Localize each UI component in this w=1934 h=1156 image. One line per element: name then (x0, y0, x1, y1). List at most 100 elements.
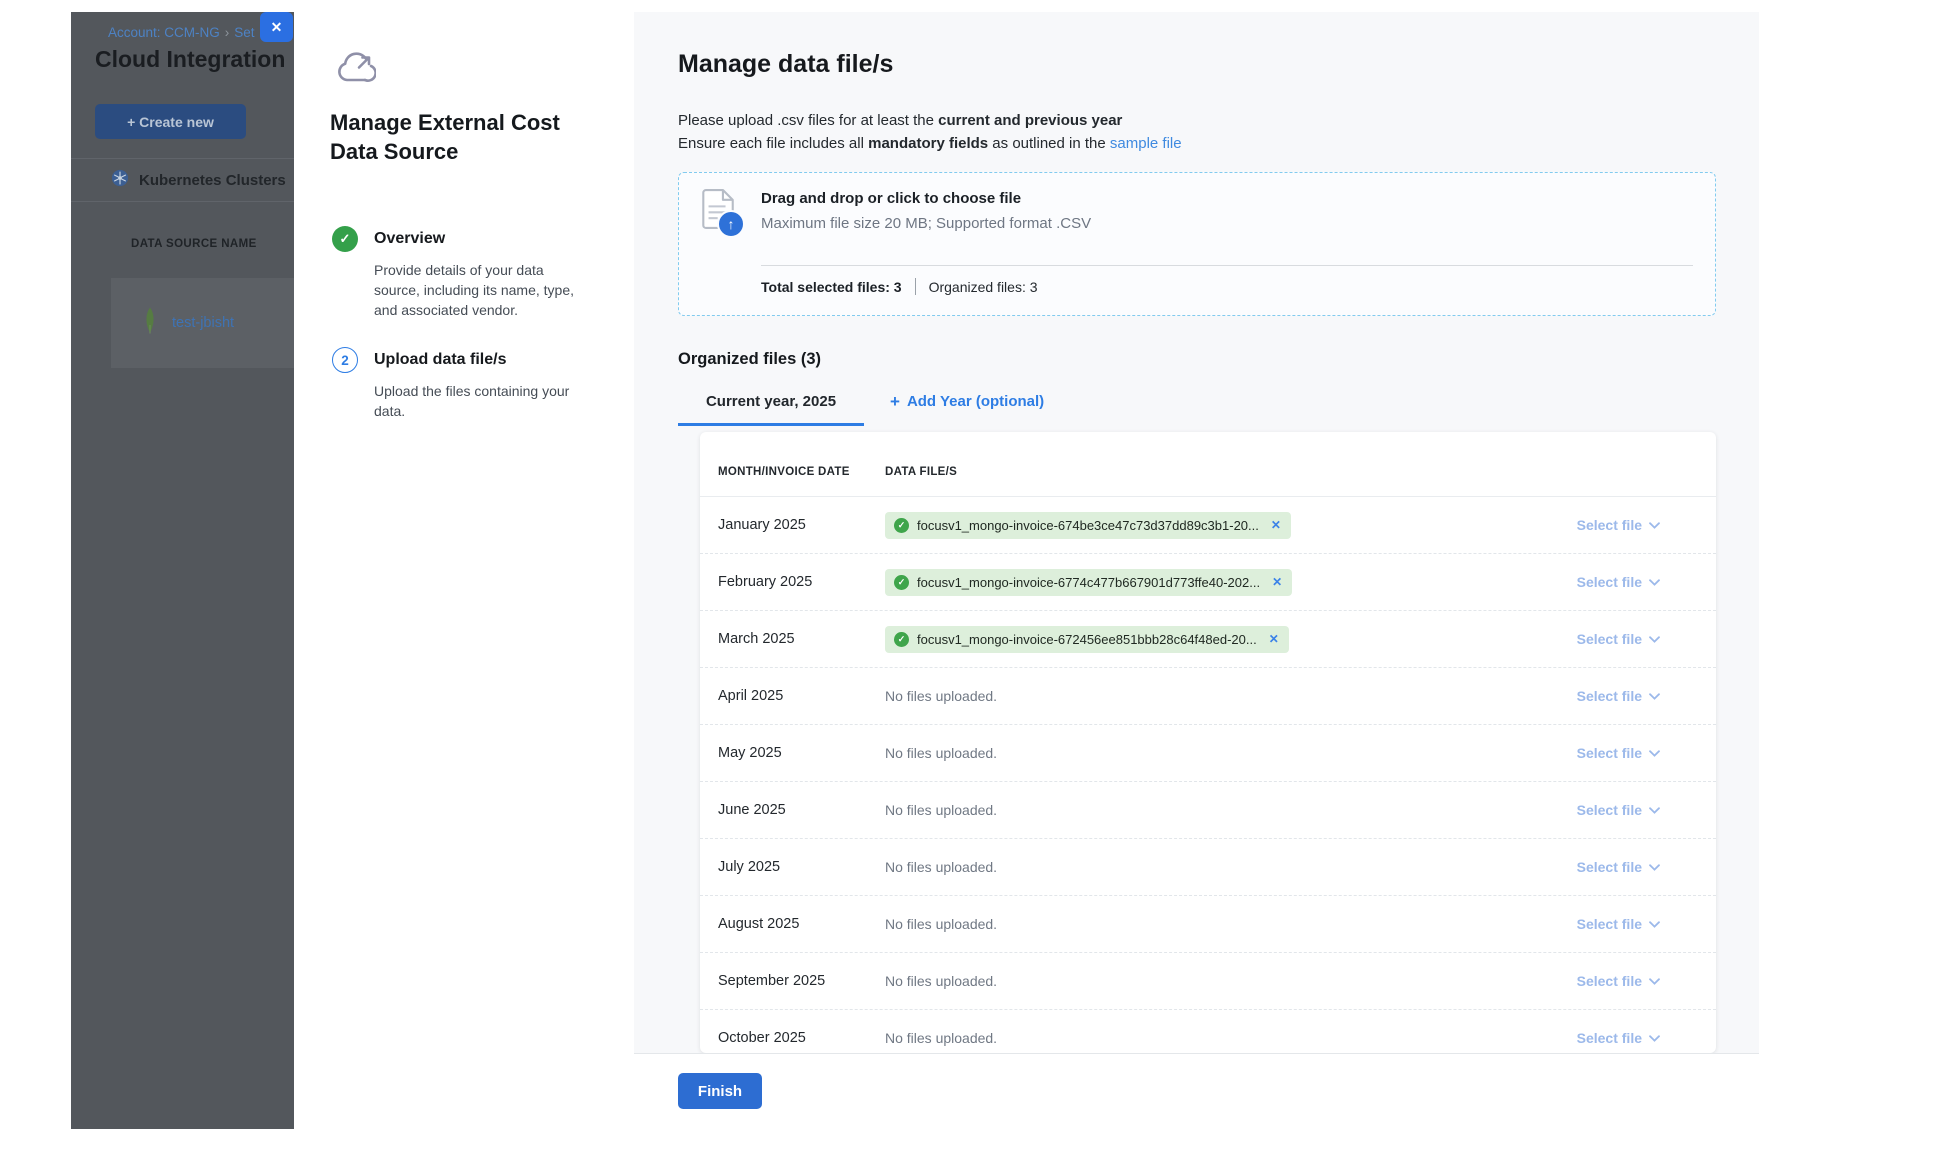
select-file-dropdown[interactable]: Select file (1496, 574, 1716, 590)
no-files-text: No files uploaded. (885, 916, 997, 932)
close-icon[interactable]: ✕ (260, 12, 293, 42)
table-header: MONTH/INVOICE DATE DATA FILE/S (700, 432, 1716, 497)
remove-file-icon[interactable]: ✕ (1271, 518, 1281, 532)
kubernetes-icon (111, 169, 129, 192)
wizard-step-upload[interactable]: 2 Upload data file/s Upload the files co… (332, 347, 588, 421)
table-row-august: August 2025 No files uploaded. Select fi… (700, 896, 1716, 953)
step-upload-description: Upload the files containing your data. (374, 381, 588, 421)
no-files-text: No files uploaded. (885, 1030, 997, 1046)
chevron-down-icon (1649, 978, 1660, 985)
monthly-files-table: MONTH/INVOICE DATE DATA FILE/S January 2… (700, 432, 1716, 1053)
file-success-check-icon: ✓ (894, 632, 909, 647)
upload-instructions: Please upload .csv files for at least th… (678, 109, 1182, 155)
month-label: March 2025 (700, 631, 885, 647)
file-name: focusv1_mongo-invoice-672456ee851bbb28c6… (917, 632, 1257, 647)
instruction-line-2: Ensure each file includes all mandatory … (678, 132, 1182, 155)
table-row-march: March 2025 ✓ focusv1_mongo-invoice-67245… (700, 611, 1716, 668)
table-row-april: April 2025 No files uploaded. Select fil… (700, 668, 1716, 725)
chevron-down-icon (1649, 522, 1660, 529)
table-row-october: October 2025 No files uploaded. Select f… (700, 1010, 1716, 1053)
year-tabs: Current year, 2025 + Add Year (optional) (678, 393, 1044, 426)
no-files-text: No files uploaded. (885, 859, 997, 875)
chevron-down-icon (1649, 750, 1660, 757)
column-header-data-files: DATA FILE/S (885, 466, 1496, 478)
column-header-actions (1496, 466, 1716, 478)
step-upload-label: Upload data file/s (374, 347, 588, 373)
remove-file-icon[interactable]: ✕ (1269, 632, 1279, 646)
totals-divider (915, 278, 916, 295)
no-files-text: No files uploaded. (885, 802, 997, 818)
total-selected-files: Total selected files: 3 (761, 279, 902, 295)
breadcrumb-account-link[interactable]: Account: CCM-NG (108, 25, 220, 40)
page-title: Cloud Integration (95, 46, 285, 73)
organized-files-heading: Organized files (3) (678, 350, 821, 369)
step-overview-label: Overview (374, 226, 588, 252)
upload-arrow-icon: ↑ (717, 210, 745, 238)
breadcrumb-section-link[interactable]: Set (234, 25, 254, 40)
tab-current-year[interactable]: Current year, 2025 (678, 393, 864, 426)
month-label: July 2025 (700, 859, 885, 875)
file-totals: Total selected files: 3 Organized files:… (761, 278, 1038, 295)
uploaded-file-chip: ✓ focusv1_mongo-invoice-6774c477b667901d… (885, 569, 1292, 596)
table-row-july: July 2025 No files uploaded. Select file (700, 839, 1716, 896)
month-label: January 2025 (700, 517, 885, 533)
breadcrumb: Account: CCM-NG › Set (108, 25, 255, 40)
mongodb-leaf-icon (142, 307, 158, 339)
modal-footer: Finish (634, 1053, 1759, 1129)
file-name: focusv1_mongo-invoice-674be3ce47c73d37dd… (917, 518, 1259, 533)
main-title: Manage data file/s (678, 50, 893, 79)
select-file-dropdown[interactable]: Select file (1496, 916, 1716, 932)
breadcrumb-separator: › (225, 25, 230, 40)
chevron-down-icon (1649, 921, 1660, 928)
remove-file-icon[interactable]: ✕ (1272, 575, 1282, 589)
chevron-down-icon (1649, 636, 1660, 643)
select-file-dropdown[interactable]: Select file (1496, 688, 1716, 704)
month-label: April 2025 (700, 688, 885, 704)
uploaded-file-chip: ✓ focusv1_mongo-invoice-674be3ce47c73d37… (885, 512, 1291, 539)
data-source-name-link[interactable]: test-jbisht (172, 315, 234, 331)
no-files-text: No files uploaded. (885, 745, 997, 761)
file-success-check-icon: ✓ (894, 518, 909, 533)
add-year-label: Add Year (optional) (907, 393, 1044, 410)
finish-button[interactable]: Finish (678, 1073, 762, 1109)
sample-file-link[interactable]: sample file (1110, 135, 1182, 152)
column-header-month: MONTH/INVOICE DATE (700, 466, 885, 478)
file-success-check-icon: ✓ (894, 575, 909, 590)
select-file-dropdown[interactable]: Select file (1496, 802, 1716, 818)
select-file-dropdown[interactable]: Select file (1496, 745, 1716, 761)
tab-kubernetes-clusters[interactable]: Kubernetes Clusters (71, 158, 294, 202)
dropzone-divider (761, 265, 1693, 266)
step-number-badge: 2 (332, 347, 358, 373)
file-dropzone[interactable]: ↑ Drag and drop or click to choose file … (678, 172, 1716, 316)
table-row-february: February 2025 ✓ focusv1_mongo-invoice-67… (700, 554, 1716, 611)
select-file-dropdown[interactable]: Select file (1496, 859, 1716, 875)
column-header-data-source-name: DATA SOURCE NAME (131, 238, 257, 250)
dropzone-subtitle: Maximum file size 20 MB; Supported forma… (761, 215, 1091, 232)
month-label: September 2025 (700, 973, 885, 989)
select-file-dropdown[interactable]: Select file (1496, 517, 1716, 533)
file-name: focusv1_mongo-invoice-6774c477b667901d77… (917, 575, 1260, 590)
no-files-text: No files uploaded. (885, 973, 997, 989)
chevron-down-icon (1649, 864, 1660, 871)
table-row-may: May 2025 No files uploaded. Select file (700, 725, 1716, 782)
document-upload-icon: ↑ (702, 187, 750, 243)
select-file-dropdown[interactable]: Select file (1496, 973, 1716, 989)
month-label: May 2025 (700, 745, 885, 761)
table-row-june: June 2025 No files uploaded. Select file (700, 782, 1716, 839)
plus-icon: + (890, 394, 900, 409)
step-complete-check-icon: ✓ (332, 226, 358, 252)
dimmed-background-page: Account: CCM-NG › Set Cloud Integration + … (71, 12, 294, 1129)
wizard-panel: Manage External Cost Data Source ✓ Overv… (294, 12, 634, 1129)
wizard-step-overview[interactable]: ✓ Overview Provide details of your data … (332, 226, 588, 320)
main-panel: Manage data file/s Please upload .csv fi… (634, 12, 1759, 1129)
select-file-dropdown[interactable]: Select file (1496, 1030, 1716, 1046)
create-new-button[interactable]: + Create new (95, 104, 246, 139)
instruction-line-1: Please upload .csv files for at least th… (678, 109, 1182, 132)
table-row-data-source: test-jbisht (111, 278, 294, 368)
select-file-dropdown[interactable]: Select file (1496, 631, 1716, 647)
add-year-button[interactable]: + Add Year (optional) (890, 393, 1044, 426)
dropzone-title: Drag and drop or click to choose file (761, 190, 1021, 207)
month-label: August 2025 (700, 916, 885, 932)
month-label: February 2025 (700, 574, 885, 590)
step-overview-description: Provide details of your data source, inc… (374, 260, 588, 320)
